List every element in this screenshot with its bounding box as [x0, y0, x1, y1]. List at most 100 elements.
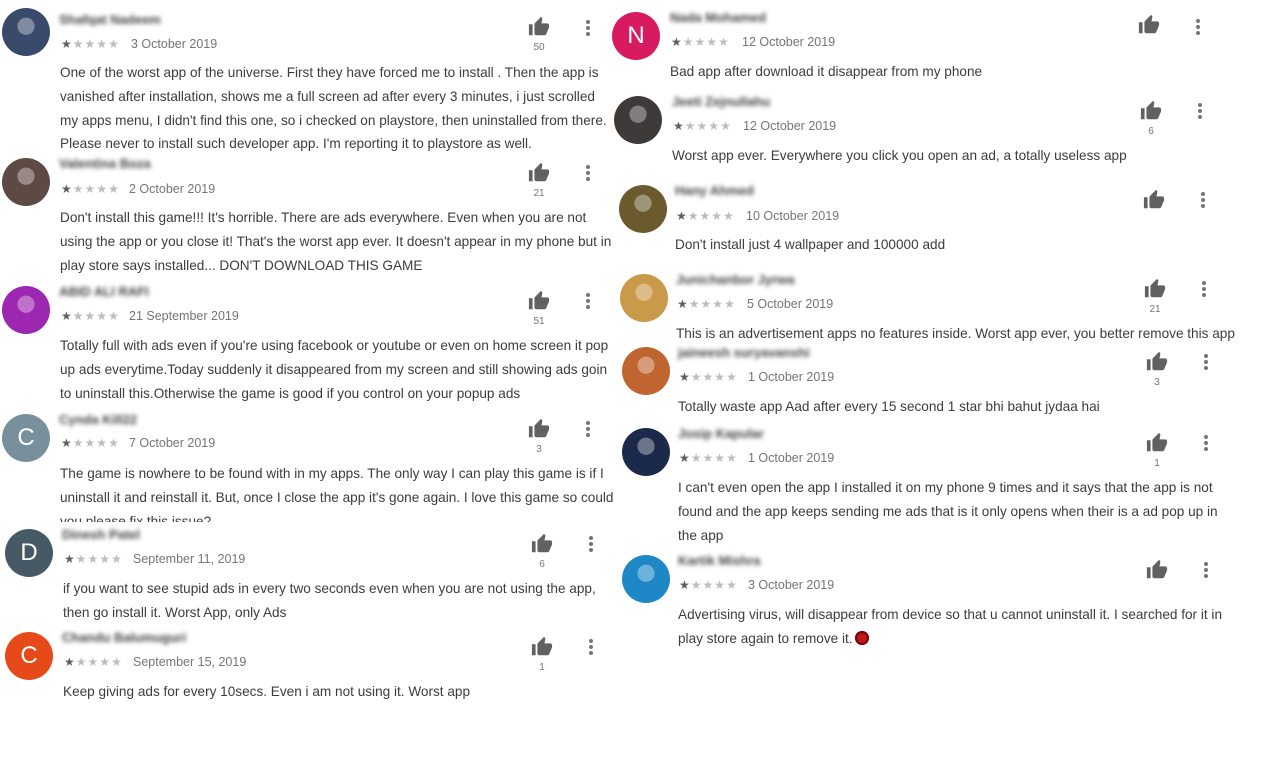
- reviewer-name: Valentina Boza: [59, 156, 151, 171]
- review-card: Kartik Mishra ★★★★★ 3 October 2019 Advertis…: [622, 553, 1262, 693]
- review-date: 12 October 2019: [743, 119, 837, 133]
- star-icon: ★: [720, 119, 732, 133]
- thumbs-up-glyph: [1143, 189, 1165, 209]
- thumbs-up-icon[interactable]: [531, 533, 553, 555]
- more-vertical-icon[interactable]: [1202, 560, 1210, 580]
- star-icon: ★: [96, 37, 109, 51]
- more-vertical-icon[interactable]: [1199, 190, 1207, 210]
- reviewer-avatar: [622, 347, 670, 395]
- more-dot: [1202, 281, 1206, 285]
- more-dot: [586, 299, 590, 303]
- reviewer-avatar: [622, 428, 670, 476]
- more-dot: [589, 651, 593, 655]
- star-icon: ★: [673, 119, 685, 133]
- more-vertical-icon[interactable]: [584, 18, 592, 38]
- thumbs-up-icon[interactable]: [1146, 559, 1168, 581]
- star-icon: ★: [702, 370, 715, 384]
- more-vertical-icon[interactable]: [1194, 17, 1202, 37]
- review-text-content: Don't install this game!!! It's horrible…: [60, 210, 612, 273]
- star-icon: ★: [699, 209, 712, 223]
- star-icon: ★: [714, 370, 727, 384]
- review-date: 2 October 2019: [129, 182, 216, 196]
- thumbs-up-glyph: [528, 290, 550, 310]
- review-text-content: One of the worst app of the universe. Fi…: [60, 65, 607, 152]
- star-icon: ★: [679, 451, 691, 465]
- thumbs-up-icon[interactable]: [1138, 14, 1160, 36]
- more-dot: [586, 177, 590, 181]
- more-dot: [586, 433, 590, 437]
- star-icon: ★: [690, 578, 703, 592]
- reviewer-avatar: N: [612, 12, 660, 60]
- more-dot: [586, 32, 590, 36]
- more-dot: [1204, 366, 1208, 370]
- star-icon: ★: [108, 37, 120, 51]
- review-card: Josip Kapular ★★★★★ 1 October 2019 I can't …: [622, 426, 1262, 566]
- more-dot: [1204, 354, 1208, 358]
- more-vertical-icon[interactable]: [587, 534, 595, 554]
- more-vertical-icon[interactable]: [1196, 101, 1204, 121]
- review-text: I can't even open the app I installed it…: [678, 476, 1238, 548]
- review-text-content: This is an advertisement apps no feature…: [676, 326, 1235, 341]
- thumbs-up-icon[interactable]: [1144, 278, 1166, 300]
- star-icon: ★: [714, 578, 727, 592]
- star-icon: ★: [708, 119, 721, 133]
- star-icon: ★: [99, 655, 112, 669]
- more-vertical-icon[interactable]: [584, 163, 592, 183]
- star-icon: ★: [687, 209, 700, 223]
- star-icon: ★: [61, 37, 73, 51]
- review-text-content: The game is nowhere to be found with in …: [60, 466, 614, 522]
- thumbs-up-glyph: [531, 636, 553, 656]
- star-icon: ★: [72, 436, 85, 450]
- star-rating: ★★★★★: [679, 370, 738, 384]
- star-icon: ★: [671, 35, 683, 49]
- more-vertical-icon[interactable]: [587, 637, 595, 657]
- thumbs-up-icon[interactable]: [1146, 351, 1168, 373]
- review-text-content: if you want to see stupid ads in every t…: [63, 581, 596, 620]
- more-vertical-icon[interactable]: [584, 419, 592, 439]
- review-text-content: Advertising virus, will disappear from d…: [678, 607, 1223, 646]
- thumbs-up-icon[interactable]: [1143, 189, 1165, 211]
- thumbs-up-icon[interactable]: [528, 418, 550, 440]
- review-date: 10 October 2019: [746, 209, 840, 223]
- more-vertical-icon[interactable]: [1202, 433, 1210, 453]
- thumbs-up-icon[interactable]: [531, 636, 553, 658]
- more-vertical-icon[interactable]: [1200, 279, 1208, 299]
- thumbs-up-glyph: [528, 418, 550, 438]
- star-icon: ★: [108, 436, 120, 450]
- review-text: This is an advertisement apps no feature…: [676, 322, 1266, 346]
- thumbs-up-icon[interactable]: [528, 16, 550, 38]
- avatar-letter: D: [20, 539, 38, 566]
- thumbs-up-icon[interactable]: [1146, 432, 1168, 454]
- more-vertical-icon[interactable]: [1202, 352, 1210, 372]
- like-count: 3: [536, 444, 542, 455]
- reviewer-avatar: C: [2, 414, 50, 462]
- reviewer-name: jaineesh suryavanshi: [678, 345, 810, 360]
- review-card: C Chandu Balumuguri ★★★★★ September 15, 201…: [5, 630, 645, 770]
- reviewer-avatar: [619, 185, 667, 233]
- thumbs-up-icon[interactable]: [528, 290, 550, 312]
- more-dot: [1204, 360, 1208, 364]
- thumbs-up-icon[interactable]: [528, 162, 550, 184]
- more-dot: [586, 305, 590, 309]
- review-date: 5 October 2019: [747, 297, 834, 311]
- review-date: September 15, 2019: [133, 655, 247, 669]
- reviewer-avatar: [2, 8, 50, 56]
- star-icon: ★: [108, 182, 120, 196]
- angry-face-icon: [854, 630, 869, 645]
- star-icon: ★: [84, 182, 97, 196]
- avatar-letter: C: [20, 642, 38, 669]
- thumbs-up-icon[interactable]: [1140, 100, 1162, 122]
- review-text: Bad app after download it disappear from…: [670, 60, 1230, 84]
- review-text: The game is nowhere to be found with in …: [60, 462, 616, 522]
- more-dot: [1198, 109, 1202, 113]
- star-rating: ★★★★★: [64, 655, 123, 669]
- review-text-content: Worst app ever. Everywhere you click you…: [672, 148, 1127, 163]
- more-vertical-icon[interactable]: [584, 291, 592, 311]
- star-icon: ★: [723, 209, 735, 223]
- thumbs-up-glyph: [531, 533, 553, 553]
- like-count: 50: [533, 42, 545, 53]
- review-text-content: Bad app after download it disappear from…: [670, 64, 983, 79]
- more-dot: [586, 427, 590, 431]
- review-card: Shafqat Nadeem ★★★★★ 3 October 2019 One of …: [2, 6, 642, 151]
- star-icon: ★: [96, 436, 109, 450]
